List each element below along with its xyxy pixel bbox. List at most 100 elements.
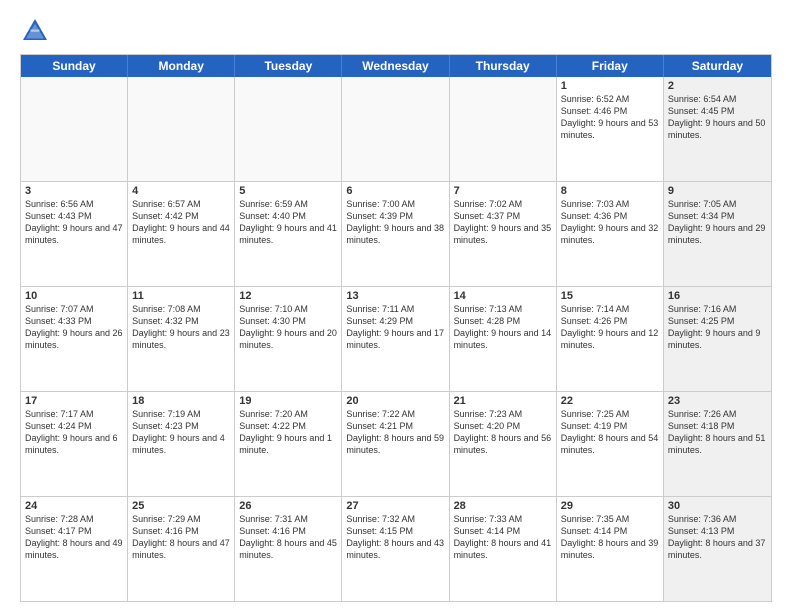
calendar-header: SundayMondayTuesdayWednesdayThursdayFrid…	[21, 55, 771, 77]
day-cell-15: 15Sunrise: 7:14 AM Sunset: 4:26 PM Dayli…	[557, 287, 664, 391]
day-number: 5	[239, 185, 337, 197]
calendar-row-2: 10Sunrise: 7:07 AM Sunset: 4:33 PM Dayli…	[21, 287, 771, 392]
cell-info: Sunrise: 7:17 AM Sunset: 4:24 PM Dayligh…	[25, 408, 123, 457]
cell-info: Sunrise: 7:00 AM Sunset: 4:39 PM Dayligh…	[346, 198, 444, 247]
day-number: 10	[25, 290, 123, 302]
day-cell-18: 18Sunrise: 7:19 AM Sunset: 4:23 PM Dayli…	[128, 392, 235, 496]
cell-info: Sunrise: 6:52 AM Sunset: 4:46 PM Dayligh…	[561, 93, 659, 142]
day-cell-26: 26Sunrise: 7:31 AM Sunset: 4:16 PM Dayli…	[235, 497, 342, 601]
day-number: 12	[239, 290, 337, 302]
day-number: 29	[561, 500, 659, 512]
day-cell-14: 14Sunrise: 7:13 AM Sunset: 4:28 PM Dayli…	[450, 287, 557, 391]
day-cell-22: 22Sunrise: 7:25 AM Sunset: 4:19 PM Dayli…	[557, 392, 664, 496]
weekday-header-wednesday: Wednesday	[342, 55, 449, 77]
cell-info: Sunrise: 7:08 AM Sunset: 4:32 PM Dayligh…	[132, 303, 230, 352]
cell-info: Sunrise: 7:05 AM Sunset: 4:34 PM Dayligh…	[668, 198, 767, 247]
cell-info: Sunrise: 6:57 AM Sunset: 4:42 PM Dayligh…	[132, 198, 230, 247]
day-cell-29: 29Sunrise: 7:35 AM Sunset: 4:14 PM Dayli…	[557, 497, 664, 601]
day-number: 13	[346, 290, 444, 302]
cell-info: Sunrise: 7:35 AM Sunset: 4:14 PM Dayligh…	[561, 513, 659, 562]
day-number: 23	[668, 395, 767, 407]
cell-info: Sunrise: 6:59 AM Sunset: 4:40 PM Dayligh…	[239, 198, 337, 247]
empty-cell-0-4	[450, 77, 557, 181]
day-cell-1: 1Sunrise: 6:52 AM Sunset: 4:46 PM Daylig…	[557, 77, 664, 181]
day-number: 3	[25, 185, 123, 197]
day-cell-2: 2Sunrise: 6:54 AM Sunset: 4:45 PM Daylig…	[664, 77, 771, 181]
empty-cell-0-2	[235, 77, 342, 181]
empty-cell-0-1	[128, 77, 235, 181]
weekday-header-friday: Friday	[557, 55, 664, 77]
day-cell-13: 13Sunrise: 7:11 AM Sunset: 4:29 PM Dayli…	[342, 287, 449, 391]
cell-info: Sunrise: 7:13 AM Sunset: 4:28 PM Dayligh…	[454, 303, 552, 352]
day-cell-6: 6Sunrise: 7:00 AM Sunset: 4:39 PM Daylig…	[342, 182, 449, 286]
weekday-header-thursday: Thursday	[450, 55, 557, 77]
weekday-header-saturday: Saturday	[664, 55, 771, 77]
logo	[20, 16, 54, 46]
cell-info: Sunrise: 7:32 AM Sunset: 4:15 PM Dayligh…	[346, 513, 444, 562]
cell-info: Sunrise: 7:28 AM Sunset: 4:17 PM Dayligh…	[25, 513, 123, 562]
cell-info: Sunrise: 7:33 AM Sunset: 4:14 PM Dayligh…	[454, 513, 552, 562]
cell-info: Sunrise: 7:16 AM Sunset: 4:25 PM Dayligh…	[668, 303, 767, 352]
day-cell-16: 16Sunrise: 7:16 AM Sunset: 4:25 PM Dayli…	[664, 287, 771, 391]
day-number: 21	[454, 395, 552, 407]
calendar: SundayMondayTuesdayWednesdayThursdayFrid…	[20, 54, 772, 602]
day-number: 18	[132, 395, 230, 407]
day-number: 26	[239, 500, 337, 512]
cell-info: Sunrise: 7:31 AM Sunset: 4:16 PM Dayligh…	[239, 513, 337, 562]
day-cell-10: 10Sunrise: 7:07 AM Sunset: 4:33 PM Dayli…	[21, 287, 128, 391]
cell-info: Sunrise: 7:36 AM Sunset: 4:13 PM Dayligh…	[668, 513, 767, 562]
day-cell-5: 5Sunrise: 6:59 AM Sunset: 4:40 PM Daylig…	[235, 182, 342, 286]
day-cell-11: 11Sunrise: 7:08 AM Sunset: 4:32 PM Dayli…	[128, 287, 235, 391]
day-cell-12: 12Sunrise: 7:10 AM Sunset: 4:30 PM Dayli…	[235, 287, 342, 391]
day-cell-17: 17Sunrise: 7:17 AM Sunset: 4:24 PM Dayli…	[21, 392, 128, 496]
cell-info: Sunrise: 7:14 AM Sunset: 4:26 PM Dayligh…	[561, 303, 659, 352]
header	[20, 16, 772, 46]
day-cell-4: 4Sunrise: 6:57 AM Sunset: 4:42 PM Daylig…	[128, 182, 235, 286]
cell-info: Sunrise: 7:10 AM Sunset: 4:30 PM Dayligh…	[239, 303, 337, 352]
cell-info: Sunrise: 7:22 AM Sunset: 4:21 PM Dayligh…	[346, 408, 444, 457]
day-number: 9	[668, 185, 767, 197]
cell-info: Sunrise: 7:02 AM Sunset: 4:37 PM Dayligh…	[454, 198, 552, 247]
day-cell-7: 7Sunrise: 7:02 AM Sunset: 4:37 PM Daylig…	[450, 182, 557, 286]
day-cell-28: 28Sunrise: 7:33 AM Sunset: 4:14 PM Dayli…	[450, 497, 557, 601]
day-number: 1	[561, 80, 659, 92]
day-number: 11	[132, 290, 230, 302]
empty-cell-0-3	[342, 77, 449, 181]
day-cell-27: 27Sunrise: 7:32 AM Sunset: 4:15 PM Dayli…	[342, 497, 449, 601]
weekday-header-sunday: Sunday	[21, 55, 128, 77]
day-cell-23: 23Sunrise: 7:26 AM Sunset: 4:18 PM Dayli…	[664, 392, 771, 496]
weekday-header-monday: Monday	[128, 55, 235, 77]
day-number: 2	[668, 80, 767, 92]
cell-info: Sunrise: 6:54 AM Sunset: 4:45 PM Dayligh…	[668, 93, 767, 142]
day-number: 24	[25, 500, 123, 512]
day-number: 30	[668, 500, 767, 512]
cell-info: Sunrise: 7:23 AM Sunset: 4:20 PM Dayligh…	[454, 408, 552, 457]
day-number: 17	[25, 395, 123, 407]
day-number: 7	[454, 185, 552, 197]
day-number: 6	[346, 185, 444, 197]
day-cell-3: 3Sunrise: 6:56 AM Sunset: 4:43 PM Daylig…	[21, 182, 128, 286]
logo-icon	[20, 16, 50, 46]
weekday-header-tuesday: Tuesday	[235, 55, 342, 77]
day-number: 22	[561, 395, 659, 407]
day-number: 25	[132, 500, 230, 512]
day-number: 8	[561, 185, 659, 197]
day-cell-24: 24Sunrise: 7:28 AM Sunset: 4:17 PM Dayli…	[21, 497, 128, 601]
calendar-row-1: 3Sunrise: 6:56 AM Sunset: 4:43 PM Daylig…	[21, 182, 771, 287]
day-cell-8: 8Sunrise: 7:03 AM Sunset: 4:36 PM Daylig…	[557, 182, 664, 286]
cell-info: Sunrise: 7:19 AM Sunset: 4:23 PM Dayligh…	[132, 408, 230, 457]
day-cell-20: 20Sunrise: 7:22 AM Sunset: 4:21 PM Dayli…	[342, 392, 449, 496]
day-number: 20	[346, 395, 444, 407]
cell-info: Sunrise: 7:07 AM Sunset: 4:33 PM Dayligh…	[25, 303, 123, 352]
cell-info: Sunrise: 7:11 AM Sunset: 4:29 PM Dayligh…	[346, 303, 444, 352]
day-number: 4	[132, 185, 230, 197]
page: SundayMondayTuesdayWednesdayThursdayFrid…	[0, 0, 792, 612]
cell-info: Sunrise: 7:25 AM Sunset: 4:19 PM Dayligh…	[561, 408, 659, 457]
day-number: 14	[454, 290, 552, 302]
calendar-row-4: 24Sunrise: 7:28 AM Sunset: 4:17 PM Dayli…	[21, 497, 771, 601]
day-cell-30: 30Sunrise: 7:36 AM Sunset: 4:13 PM Dayli…	[664, 497, 771, 601]
day-number: 16	[668, 290, 767, 302]
cell-info: Sunrise: 6:56 AM Sunset: 4:43 PM Dayligh…	[25, 198, 123, 247]
empty-cell-0-0	[21, 77, 128, 181]
cell-info: Sunrise: 7:29 AM Sunset: 4:16 PM Dayligh…	[132, 513, 230, 562]
